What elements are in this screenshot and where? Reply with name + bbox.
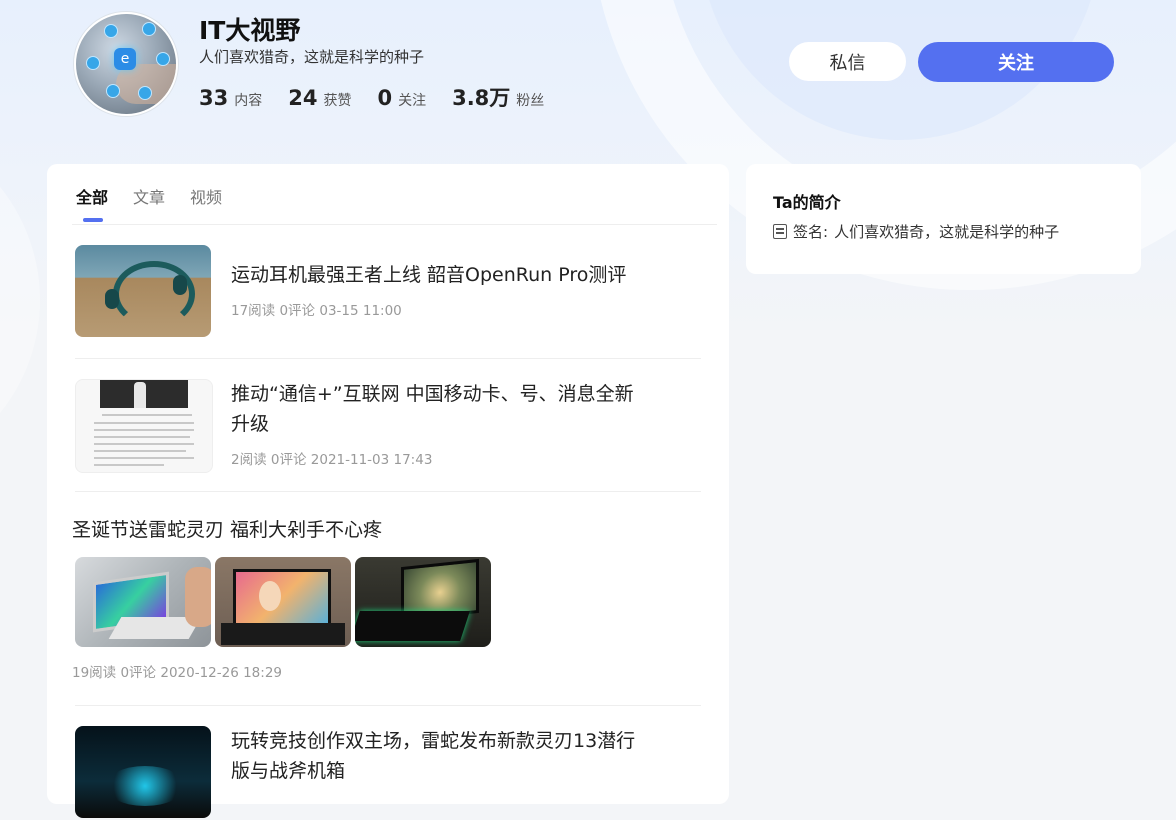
avatar-node-icon — [156, 52, 170, 66]
document-icon — [773, 224, 787, 239]
list-item[interactable]: 运动耳机最强王者上线 韶音OpenRun Pro测评 17阅读 0评论 03-1… — [75, 245, 701, 339]
tabs-divider — [72, 224, 717, 225]
article-thumbnail[interactable] — [75, 379, 213, 473]
profile-name: IT大视野 — [199, 16, 301, 45]
doc-text-line — [94, 429, 194, 431]
stat-number: 0 — [377, 86, 393, 110]
avatar-node-icon — [106, 84, 120, 98]
portrait-graphic — [259, 581, 281, 611]
article-meta: 19阅读 0评论 2020-12-26 18:29 — [72, 665, 283, 681]
article-title[interactable]: 玩转竞技创作双主场，雷蛇发布新款灵刃13潜行版与战斧机箱 — [231, 726, 641, 786]
doc-text-line — [102, 414, 192, 416]
hand-graphic — [185, 567, 211, 627]
earpad-graphic — [105, 289, 119, 309]
doc-text-line — [94, 422, 194, 424]
tab-articles[interactable]: 文章 — [133, 184, 165, 208]
about-title: Ta的简介 — [773, 193, 841, 212]
article-meta: 2阅读 0评论 2021-11-03 17:43 — [231, 452, 433, 468]
article-title[interactable]: 运动耳机最强王者上线 韶音OpenRun Pro测评 — [231, 260, 651, 290]
article-title[interactable]: 推动“通信+”互联网 中国移动卡、号、消息全新升级 — [231, 379, 641, 439]
tab-all[interactable]: 全部 — [76, 184, 108, 208]
tab-videos[interactable]: 视频 — [190, 184, 222, 208]
item-divider — [75, 358, 701, 359]
follow-button[interactable]: 关注 — [918, 42, 1114, 82]
signature-label: 签名: — [793, 223, 829, 241]
stat-number: 3.8万 — [452, 86, 511, 110]
laptop-screen-graphic — [233, 569, 331, 627]
stat-followers[interactable]: 3.8万 粉丝 — [452, 82, 544, 112]
item-divider — [75, 491, 701, 492]
article-image[interactable] — [215, 557, 351, 647]
stat-label: 获赞 — [323, 93, 352, 109]
product-glow-graphic — [105, 766, 185, 806]
doc-text-line — [94, 436, 190, 438]
stat-label: 内容 — [234, 93, 263, 109]
article-image[interactable] — [75, 557, 211, 647]
browser-logo-icon: e — [114, 48, 136, 70]
stat-following[interactable]: 0 关注 — [377, 86, 426, 110]
message-button[interactable]: 私信 — [789, 42, 906, 81]
stat-label: 关注 — [398, 93, 427, 109]
stat-likes: 24 获赞 — [288, 86, 351, 110]
article-image[interactable] — [355, 557, 491, 647]
earpad-graphic — [173, 275, 187, 295]
profile-stats: 33 内容 24 获赞 0 关注 3.8万 粉丝 — [199, 82, 544, 112]
stat-number: 24 — [288, 86, 318, 110]
article-meta: 17阅读 0评论 03-15 11:00 — [231, 303, 402, 319]
signature-text: 人们喜欢猎奇，这就是科学的种子 — [834, 223, 1060, 241]
avatar-node-icon — [142, 22, 156, 36]
content-feed-card: 全部 文章 视频 运动耳机最强王者上线 韶音OpenRun Pro测评 17阅读… — [47, 164, 729, 818]
stat-content[interactable]: 33 内容 — [199, 86, 262, 110]
doc-text-line — [94, 464, 164, 466]
content-tabs: 全部 文章 视频 — [76, 184, 222, 208]
avatar-node-icon — [138, 86, 152, 100]
list-item[interactable]: 推动“通信+”互联网 中国移动卡、号、消息全新升级 2阅读 0评论 2021-1… — [75, 379, 701, 473]
avatar[interactable]: e — [74, 12, 178, 116]
signature-row: 签名: 人们喜欢猎奇，这就是科学的种子 — [773, 221, 1059, 242]
item-divider — [75, 705, 701, 706]
profile-tagline: 人们喜欢猎奇，这就是科学的种子 — [199, 48, 425, 66]
avatar-node-icon — [86, 56, 100, 70]
doc-text-line — [94, 450, 186, 452]
list-item[interactable]: 圣诞节送雷蛇灵刃 福利大剁手不心疼 19阅读 0评论 2020-12-26 18… — [72, 513, 698, 683]
doc-text-line — [94, 457, 194, 459]
avatar-node-icon — [104, 24, 118, 38]
about-card: Ta的简介 签名: 人们喜欢猎奇，这就是科学的种子 — [746, 164, 1141, 274]
stat-label: 粉丝 — [516, 93, 545, 109]
list-item[interactable]: 玩转竞技创作双主场，雷蛇发布新款灵刃13潜行版与战斧机箱 — [75, 726, 701, 820]
stat-number: 33 — [199, 86, 229, 110]
background-circle — [0, 120, 40, 480]
article-thumbnail[interactable] — [75, 245, 211, 337]
doc-person-graphic — [134, 382, 146, 408]
laptop-keyboard-graphic — [221, 623, 345, 645]
article-title[interactable]: 圣诞节送雷蛇灵刃 福利大剁手不心疼 — [72, 515, 672, 545]
laptop-keyboard-graphic — [355, 611, 470, 641]
active-tab-indicator — [83, 218, 103, 222]
article-thumbnail[interactable] — [75, 726, 211, 818]
doc-text-line — [94, 443, 194, 445]
